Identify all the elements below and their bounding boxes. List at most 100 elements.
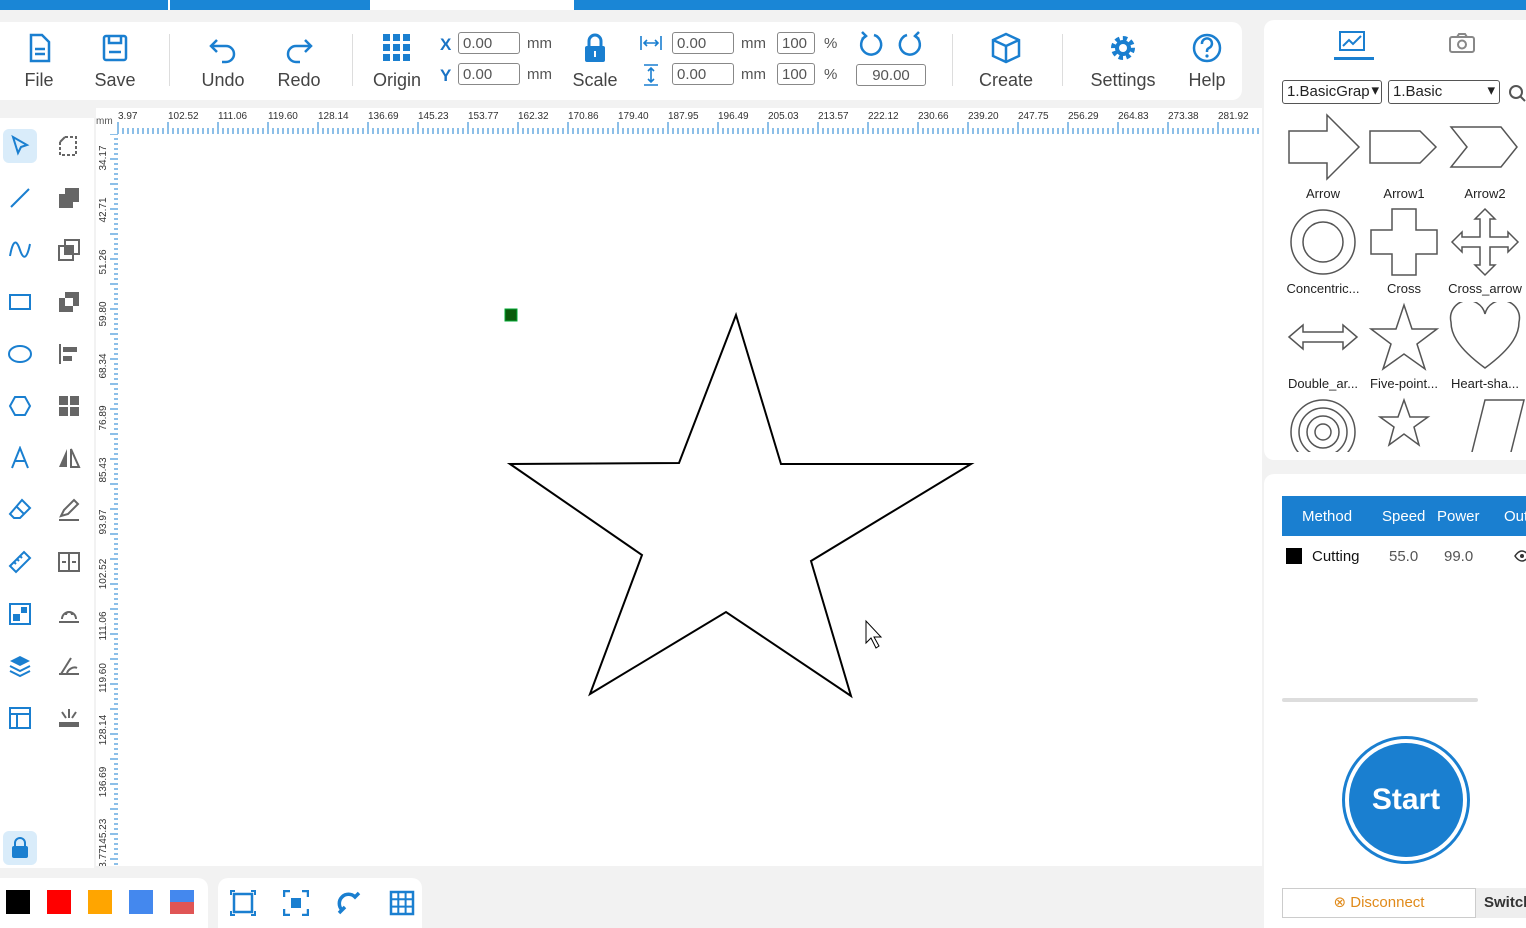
save-button[interactable]: Save xyxy=(80,30,150,96)
eraser-tool[interactable] xyxy=(3,493,37,527)
magnet-icon[interactable] xyxy=(336,890,362,916)
select-tool[interactable] xyxy=(3,129,37,163)
origin-marker[interactable] xyxy=(504,308,518,322)
rectangle-tool[interactable] xyxy=(3,285,37,319)
ruler-tick-label: 145.23 xyxy=(98,818,109,849)
layout-tool[interactable] xyxy=(3,701,37,735)
rotate-ccw-icon[interactable] xyxy=(857,30,885,58)
ruler-tick-label: 42.71 xyxy=(98,197,109,222)
shape-concentric[interactable]: Concentric... xyxy=(1283,207,1363,302)
width-input[interactable] xyxy=(672,32,734,54)
width-percent-input[interactable] xyxy=(777,32,815,54)
width-unit: mm xyxy=(741,35,766,52)
chart-tab-icon[interactable] xyxy=(1338,30,1366,54)
canvas-lock-button[interactable] xyxy=(3,831,37,865)
mouse-cursor-icon xyxy=(865,619,883,649)
layer-row[interactable]: Cutting 55.0 99.0 xyxy=(1282,536,1526,576)
difference-tool[interactable] xyxy=(52,285,86,319)
shape-arrow[interactable]: Arrow xyxy=(1283,112,1363,207)
offset-tool[interactable] xyxy=(52,597,86,631)
union-tool[interactable] xyxy=(52,181,86,215)
node-edit-tool[interactable] xyxy=(52,129,86,163)
shape-cross[interactable]: Cross xyxy=(1364,207,1444,302)
ruler-vertical-ticks: 34.17 42.71 51.26 59.80 68.34 76.89 85.43 93.97… xyxy=(98,134,118,866)
mirror-tool[interactable] xyxy=(52,441,86,475)
five-point-star-shape[interactable] xyxy=(506,311,975,699)
color-swatch-orange[interactable] xyxy=(88,890,112,914)
ruler-tick-label: 264.83 xyxy=(1118,111,1149,122)
shape-heart[interactable]: Heart-sha... xyxy=(1445,302,1525,397)
height-input[interactable] xyxy=(672,63,734,85)
redo-button[interactable]: Redo xyxy=(264,30,334,96)
settings-button[interactable]: Settings xyxy=(1088,30,1158,96)
layer-color-swatch[interactable] xyxy=(1286,548,1302,564)
color-swatch-red[interactable] xyxy=(47,890,71,914)
camera-icon[interactable] xyxy=(1448,32,1476,54)
color-swatch-black[interactable] xyxy=(6,890,30,914)
file-button[interactable]: File xyxy=(4,30,74,96)
switch-button[interactable]: Switch xyxy=(1476,888,1526,918)
grid-tool[interactable] xyxy=(52,389,86,423)
shape-label: Arrow xyxy=(1306,186,1340,201)
bevel-tool[interactable] xyxy=(52,649,86,683)
help-button[interactable]: Help xyxy=(1172,30,1242,96)
disconnect-button[interactable]: ⊗ Disconnect xyxy=(1282,888,1476,918)
ruler-tick-label: 170.86 xyxy=(568,111,599,122)
rotate-angle-input[interactable] xyxy=(856,64,926,86)
color-swatch-blue[interactable] xyxy=(129,890,153,914)
create-label: Create xyxy=(978,70,1034,90)
save-label: Save xyxy=(94,70,136,90)
panel-scrollbar[interactable] xyxy=(1282,698,1478,702)
shape-cross-arrow[interactable]: Cross_arrow xyxy=(1445,207,1525,302)
shape-arrow1[interactable]: Arrow1 xyxy=(1364,112,1444,207)
shape-arrow2[interactable]: Arrow2 xyxy=(1445,112,1525,207)
offset-icon xyxy=(59,611,79,623)
help-label: Help xyxy=(1188,70,1226,90)
origin-button[interactable]: Origin xyxy=(362,30,432,96)
subcategory-select[interactable]: 1.Basic ▾ xyxy=(1388,80,1500,104)
create-button[interactable]: Create xyxy=(971,30,1041,96)
array-tool[interactable] xyxy=(3,597,37,631)
y-position-input[interactable] xyxy=(458,63,520,85)
start-button[interactable]: Start xyxy=(1342,736,1470,864)
design-canvas[interactable] xyxy=(118,134,1262,866)
undo-button[interactable]: Undo xyxy=(188,30,258,96)
fit-page-icon[interactable] xyxy=(230,890,256,916)
more-shapes-icons[interactable] xyxy=(1283,397,1526,452)
height-percent-input[interactable] xyxy=(777,63,815,85)
eye-icon[interactable] xyxy=(1514,548,1526,564)
laser-tool[interactable] xyxy=(52,701,86,735)
text-tool[interactable] xyxy=(3,441,37,475)
toolbar-divider xyxy=(169,34,170,86)
shape-five-point-star[interactable]: Five-point... xyxy=(1364,302,1444,397)
layer-method: Cutting xyxy=(1312,548,1360,565)
x-position-input[interactable] xyxy=(458,32,520,54)
intersect-tool[interactable] xyxy=(52,233,86,267)
active-tab[interactable] xyxy=(370,0,574,10)
chevron-down-icon: ▾ xyxy=(1487,82,1495,99)
curve-tool[interactable] xyxy=(3,233,37,267)
shape-double-arrow[interactable]: Double_ar... xyxy=(1283,302,1363,397)
ruler-tick-label: 3.77 xyxy=(98,848,109,866)
ruler-horizontal-ticks: 3.97 102.52 111.06 119.60 128.14 136.69 145.23… xyxy=(117,111,1259,134)
rotate-cw-icon[interactable] xyxy=(896,30,924,58)
split-tool[interactable] xyxy=(52,545,86,579)
measure-tool[interactable] xyxy=(3,545,37,579)
scale-lock-button[interactable]: Scale xyxy=(560,30,630,96)
category-select[interactable]: 1.BasicGrap ▾ xyxy=(1282,80,1382,104)
layers-tool[interactable] xyxy=(3,649,37,683)
polygon-tool[interactable] xyxy=(3,389,37,423)
ruler-tick-label: 93.97 xyxy=(98,509,109,534)
ellipse-tool[interactable] xyxy=(3,337,37,371)
shape-label: Heart-sha... xyxy=(1451,376,1519,391)
color-swatch-more[interactable] xyxy=(170,890,194,914)
fit-selection-icon[interactable] xyxy=(283,890,309,916)
align-tool[interactable] xyxy=(52,337,86,371)
line-tool[interactable] xyxy=(3,181,37,215)
layer-speed[interactable]: 55.0 xyxy=(1389,548,1418,565)
layer-power[interactable]: 99.0 xyxy=(1444,548,1473,565)
edit-path-tool[interactable] xyxy=(52,493,86,527)
grid-toggle-icon[interactable] xyxy=(389,890,415,916)
search-icon[interactable] xyxy=(1508,84,1526,102)
ruler-tick-label: 68.34 xyxy=(98,353,109,378)
